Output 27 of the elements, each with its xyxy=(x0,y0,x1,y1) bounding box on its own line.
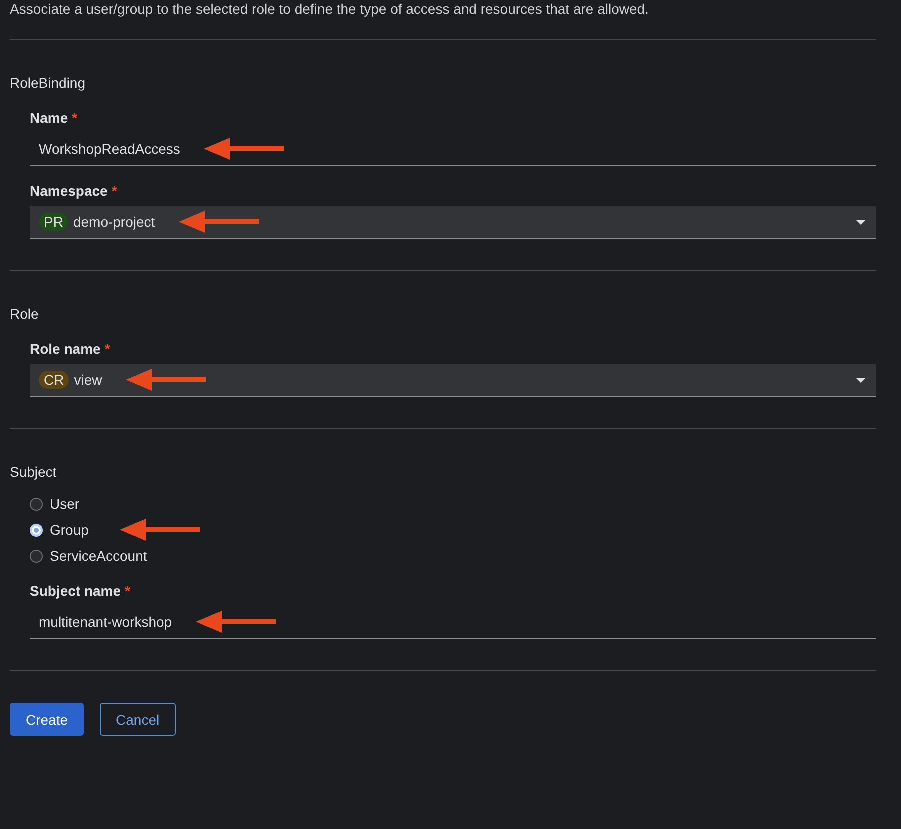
field-label: Name xyxy=(30,109,68,127)
radio-button[interactable] xyxy=(30,550,43,562)
required-mark: * xyxy=(104,340,110,358)
caret-icon xyxy=(856,220,866,224)
radio-label[interactable]: User xyxy=(50,496,80,512)
field-label: Subject name xyxy=(30,582,122,600)
field-label: Role name xyxy=(30,340,101,358)
required-mark: * xyxy=(125,582,130,600)
caret-icon xyxy=(856,378,866,382)
description-text: Associate a user/group to the selected role to define the type of access and resources that are allowed. xyxy=(10,0,650,18)
field-label: Namespace xyxy=(30,182,108,200)
cancel-button[interactable]: Cancel xyxy=(100,703,176,736)
radio-button[interactable] xyxy=(30,498,43,510)
required-mark: * xyxy=(72,109,78,127)
text-field[interactable]: multitenant-workshop xyxy=(30,606,876,639)
select-dropdown[interactable]: PR demo-project xyxy=(30,206,876,239)
select-dropdown[interactable]: CR view xyxy=(30,364,876,397)
required-mark: * xyxy=(112,182,118,200)
radio-label[interactable]: Group xyxy=(50,522,89,538)
resource-badge: CR xyxy=(39,371,70,389)
resource-badge: PR xyxy=(39,213,68,231)
section-title: Role xyxy=(10,305,40,324)
section-title: RoleBinding xyxy=(10,74,86,93)
text-field[interactable]: WorkshopReadAccess xyxy=(30,133,876,166)
create-button[interactable]: Create xyxy=(10,703,84,736)
radio-label[interactable]: ServiceAccount xyxy=(50,548,148,564)
section-title: Subject xyxy=(10,463,58,482)
